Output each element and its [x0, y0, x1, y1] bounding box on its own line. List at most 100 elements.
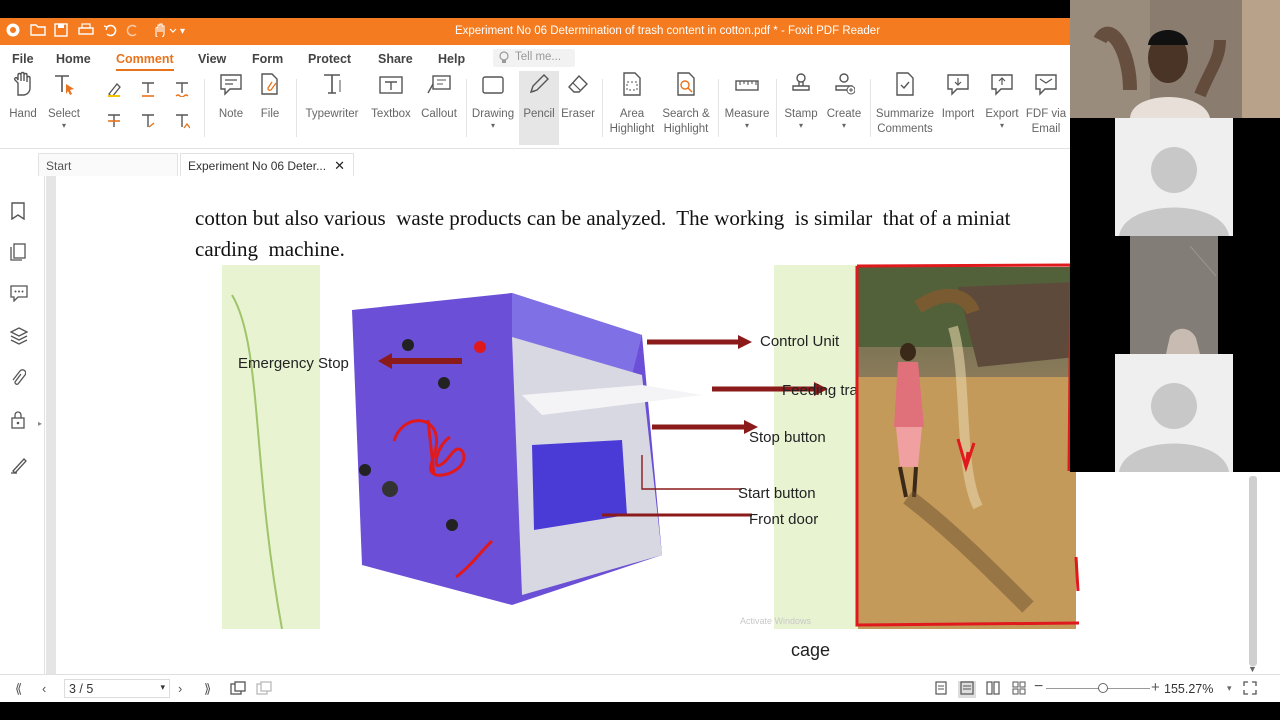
import-label: Import [941, 108, 975, 120]
attachment-icon[interactable] [10, 369, 27, 392]
previous-page-icon[interactable]: ‹ [42, 681, 46, 696]
ribbon-separator [466, 79, 467, 137]
zoom-out-icon[interactable]: − [1034, 678, 1043, 696]
comments-panel-icon[interactable] [10, 284, 28, 307]
zoom-slider[interactable] [1046, 683, 1150, 693]
bottom-black-bar [0, 702, 1280, 720]
next-page-icon[interactable]: › [178, 681, 182, 696]
highlight-icon[interactable] [106, 81, 122, 100]
menu-form[interactable]: Form [252, 52, 283, 66]
area-highlight-label: Area Highlight [609, 108, 655, 135]
export-dropdown-icon: ▾ [999, 121, 1004, 130]
avatar [1119, 147, 1229, 236]
participant-video-tile [1130, 236, 1218, 354]
insert-text-icon[interactable] [174, 113, 191, 132]
page-dropdown-icon[interactable]: ▾ [160, 682, 165, 693]
navigation-panel: ▸ [0, 176, 45, 676]
page-number-input[interactable]: 3 / 5 ▾ [64, 679, 170, 698]
fullscreen-icon[interactable] [1243, 681, 1257, 698]
scroll-down-icon[interactable]: ▼ [1248, 664, 1257, 674]
menu-view[interactable]: View [198, 52, 226, 66]
red-frame-annotation [855, 263, 1080, 627]
pencil-button[interactable]: Pencil [519, 71, 559, 145]
search-highlight-button[interactable]: Search & Highlight [658, 71, 714, 145]
signature-icon[interactable] [10, 456, 28, 479]
continuous-facing-view-icon[interactable] [1012, 681, 1026, 698]
select-text-icon [44, 71, 84, 107]
replace-text-icon[interactable] [140, 113, 156, 132]
last-page-icon[interactable]: ⟫ [204, 681, 211, 697]
scroll-thumb[interactable] [1249, 476, 1257, 666]
copy-page-icon[interactable] [230, 681, 246, 698]
export-label: Export [985, 108, 1019, 120]
bookmark-icon[interactable] [10, 202, 26, 225]
ribbon-separator [296, 79, 297, 137]
area-highlight-button[interactable]: Area Highlight [606, 71, 658, 145]
avatar [1119, 383, 1229, 472]
menu-share[interactable]: Share [378, 52, 413, 66]
fdf-email-button[interactable]: FDF via Email [1024, 71, 1068, 145]
page-thumbnails-icon[interactable] [10, 243, 26, 266]
typewriter-button[interactable]: Typewriter [302, 71, 362, 145]
drawing-label: Drawing [471, 108, 515, 120]
ribbon-separator [204, 79, 205, 137]
zoom-level[interactable]: 155.27% [1164, 682, 1213, 696]
tab-experiment-document[interactable]: Experiment No 06 Deter... ✕ [180, 153, 354, 176]
drawing-button[interactable]: Drawing ▾ [470, 71, 516, 145]
participant-avatar-tile-1 [1115, 118, 1233, 236]
import-button[interactable]: Import [938, 71, 978, 145]
callout-icon [418, 71, 460, 107]
close-tab-icon[interactable]: ✕ [334, 158, 345, 174]
video-call-overlay [1070, 0, 1280, 472]
single-page-view-icon[interactable] [934, 681, 948, 698]
expand-panel-icon[interactable]: ▸ [38, 419, 42, 428]
menu-protect[interactable]: Protect [308, 52, 351, 66]
zoom-dropdown-icon[interactable]: ▾ [1227, 683, 1232, 694]
continuous-view-icon[interactable] [958, 681, 976, 698]
summarize-icon [874, 71, 936, 107]
strikeout-icon[interactable] [106, 113, 122, 132]
textbox-button[interactable]: Textbox [368, 71, 414, 145]
callout-button[interactable]: Callout [418, 71, 460, 145]
activate-windows-watermark: Activate Windows [740, 616, 812, 626]
typewriter-label: Typewriter [305, 108, 359, 120]
tell-me-search[interactable]: Tell me... [493, 49, 575, 67]
ribbon-separator [718, 79, 719, 137]
summarize-comments-button[interactable]: Summarize Comments [874, 71, 936, 145]
export-button[interactable]: Export ▾ [982, 71, 1022, 145]
body-text-line-2: carding machine. [195, 237, 345, 261]
zoom-slider-thumb[interactable] [1098, 683, 1109, 693]
pdf-page: cotton but also various waste products c… [56, 176, 1246, 674]
underline-text-icon[interactable] [140, 81, 156, 100]
tab-start[interactable]: Start [38, 153, 178, 176]
stamp-button[interactable]: Stamp ▾ [782, 71, 820, 145]
file-attach-button[interactable]: File [252, 71, 288, 145]
paste-page-icon[interactable] [256, 681, 272, 698]
pencil-icon [519, 71, 559, 107]
menu-comment[interactable]: Comment [116, 52, 174, 71]
hand-tool-button[interactable]: Hand [4, 71, 42, 145]
foxit-pdf-reader-window: ▾ Experiment No 06 Determination of tras… [0, 0, 1280, 720]
facing-view-icon[interactable] [986, 681, 1000, 698]
tell-me-placeholder: Tell me... [515, 51, 562, 63]
slide-left-bg [222, 265, 320, 629]
ribbon-separator [870, 79, 871, 137]
export-icon [982, 71, 1022, 107]
typewriter-icon [302, 71, 362, 107]
import-icon [938, 71, 978, 107]
pencil-label: Pencil [523, 108, 555, 120]
measure-button[interactable]: Measure ▾ [722, 71, 772, 145]
first-page-icon[interactable]: ⟪ [15, 681, 22, 697]
zoom-in-icon[interactable]: + [1151, 679, 1160, 696]
eraser-button[interactable]: Eraser [560, 71, 596, 145]
page-number-value: 3 / 5 [69, 682, 94, 696]
select-tool-button[interactable]: Select ▾ [44, 71, 84, 145]
note-button[interactable]: Note [212, 71, 250, 145]
create-button[interactable]: Create ▾ [824, 71, 864, 145]
menu-home[interactable]: Home [56, 52, 91, 66]
menu-help[interactable]: Help [438, 52, 465, 66]
squiggly-text-icon[interactable] [174, 81, 190, 100]
security-lock-icon[interactable] [10, 411, 26, 434]
layers-icon[interactable] [9, 327, 29, 350]
menu-file[interactable]: File [12, 52, 34, 66]
